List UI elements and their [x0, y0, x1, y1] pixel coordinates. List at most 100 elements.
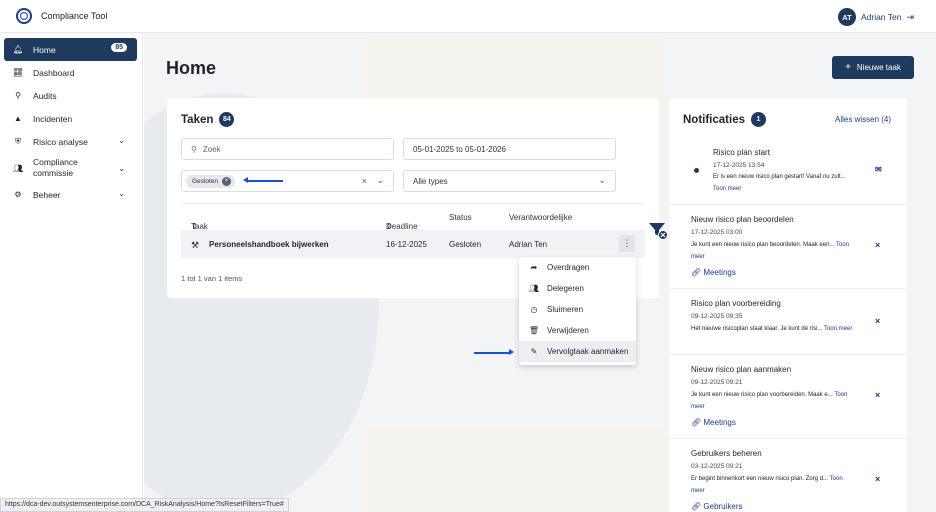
status-bar-url: https://dca-dev.outsystemsenterprise.com… [0, 498, 289, 512]
show-more-link[interactable]: Toon meer [713, 186, 741, 192]
sidebar-item-incidenten[interactable]: ▲ Incidenten [4, 107, 137, 130]
date-range-input[interactable]: 05-01-2025 to 05-01-2026 [403, 138, 616, 160]
people-icon: 👥︎ [13, 163, 24, 173]
column-header-verantwoordelijke: Verantwoordelijke [509, 213, 573, 222]
bell-icon: 🔔︎ [13, 45, 24, 54]
forward-icon: ➦ [530, 263, 538, 272]
type-select[interactable]: Alle types ⌄ [403, 170, 616, 192]
notification-item[interactable]: Gebruikers beheren 03-12-2025 09:21 Er b… [669, 438, 907, 512]
date-range-value: 05-01-2025 to 05-01-2026 [413, 144, 506, 154]
sidebar-item-label: Compliance commissie [33, 157, 78, 178]
chevron-down-icon: ⌄ [118, 189, 125, 198]
top-bar: Compliance Tool AT Adrian Ten ⇥ [0, 0, 936, 33]
status-chip[interactable]: Gesloten × [186, 174, 236, 188]
page-title: Home [166, 58, 217, 78]
menu-item-overdragen[interactable]: ➦ Overdragen [519, 257, 636, 278]
notification-item[interactable]: Risico plan start 17-12-2025 13:54 Er is… [669, 138, 907, 204]
notifications-title: Notificaties 1 [683, 112, 766, 127]
new-task-label: Nieuwe taak [856, 63, 901, 72]
annotation-arrow [243, 177, 283, 183]
sidebar-item-label: Incidenten [33, 113, 73, 124]
row-actions-menu: ➦ Overdragen 👥︎ Delegeren ◷ Sluimeren 🗑︎ Ver… [519, 257, 636, 365]
notification-badge: 85 [111, 43, 127, 52]
tasks-title-text: Taken [181, 113, 214, 126]
show-more-link[interactable]: Toon meer [824, 326, 852, 332]
tasks-count-badge: 84 [219, 112, 235, 127]
plus-icon: + [845, 62, 851, 73]
close-icon[interactable]: × [875, 390, 880, 400]
user-name[interactable]: Adrian Ten [861, 12, 901, 22]
users-link[interactable]: 🔗︎ Gebruikers [691, 502, 743, 511]
task-owner: Adrian Ten [509, 240, 548, 249]
sidebar-item-risico-analyse[interactable]: ⛨ Risico analyse ⌄ [4, 130, 137, 153]
shield-icon: ⛨ [15, 136, 21, 146]
close-icon[interactable]: × [875, 474, 880, 484]
filter-clear-icon[interactable] [648, 220, 668, 240]
chip-remove-icon[interactable]: × [222, 176, 232, 186]
hammer-icon: ⚒ [191, 240, 200, 250]
close-icon[interactable]: × [875, 240, 880, 250]
annotation-arrow [474, 349, 514, 355]
chevron-down-icon[interactable]: ⌄ [376, 175, 384, 186]
task-status: Gesloten [449, 240, 482, 249]
trash-icon: 🗑︎ [528, 326, 540, 335]
sidebar-item-dashboard[interactable]: 📈︎ Dashboard [4, 61, 137, 84]
warning-icon: ▲ [14, 114, 22, 123]
status-filter-select[interactable]: Gesloten × × ⌄ [181, 170, 394, 192]
meetings-link[interactable]: 🔗︎ Meetings [691, 268, 736, 277]
sidebar-item-compliance-commissie[interactable]: 👥︎ Compliance commissie ⌄ [4, 153, 137, 183]
sidebar-item-beheer[interactable]: ⚙ Beheer ⌄ [4, 183, 137, 206]
notification-item[interactable]: Risico plan voorbereiding 09-12-2025 09:… [669, 288, 907, 354]
logout-icon[interactable]: ⇥ [906, 12, 914, 23]
people-icon: 👥︎ [528, 284, 540, 293]
edit-icon: ✎ [530, 347, 538, 356]
avatar[interactable]: AT [837, 8, 856, 26]
search-placeholder: Zoek [202, 144, 221, 154]
notification-item[interactable]: Nieuw risico plan aanmaken 09-12-2025 09… [669, 354, 907, 438]
sidebar: 🔔︎ Home 85 📈︎ Dashboard ⚲ Audits ▲ Incidenten… [0, 33, 143, 512]
sidebar-item-label: Dashboard [33, 67, 75, 78]
sort-icon[interactable]: ⇕ [386, 222, 393, 231]
chevron-down-icon: ⌄ [118, 164, 125, 173]
sidebar-item-label: Beheer [33, 189, 61, 200]
row-actions-button[interactable]: ⋮ [619, 235, 635, 252]
clear-all-link[interactable]: Alles wissen (4) [835, 115, 891, 124]
menu-item-sluimeren[interactable]: ◷ Sluimeren [519, 299, 636, 320]
chart-icon: 📈︎ [13, 68, 24, 77]
sidebar-item-label: Audits [33, 90, 57, 101]
search-icon: ⚲ [191, 144, 197, 154]
background-decoration [366, 428, 666, 512]
notifications-count-badge: 1 [751, 112, 766, 127]
user-menu[interactable]: AT Adrian Ten ⇥ [837, 8, 914, 26]
status-chip-label: Gesloten [192, 177, 219, 185]
sidebar-item-audits[interactable]: ⚲ Audits [4, 84, 137, 107]
clear-icon[interactable]: × [362, 176, 367, 186]
main-content: Home + Nieuwe taak Taken 84 ⚲ Zoek 05-01-20… [144, 33, 936, 512]
table-row[interactable]: ⚒ Personeelshandboek bijwerken 16-12-202… [181, 231, 645, 258]
audit-icon: ⚲ [15, 91, 21, 100]
meetings-link[interactable]: 🔗︎ Meetings [691, 418, 736, 427]
mark-read-icon[interactable]: ✉ [875, 165, 882, 174]
app-title: Compliance Tool [41, 11, 108, 21]
app-logo [16, 8, 32, 24]
pagination-info: 1 tot 1 van 1 items [181, 274, 243, 283]
menu-item-verwijderen[interactable]: 🗑︎ Verwijderen [519, 320, 636, 341]
close-icon[interactable]: × [875, 316, 880, 326]
sort-icon[interactable]: ⇕ [191, 222, 198, 231]
chevron-down-icon: ⌄ [598, 175, 606, 185]
new-task-button[interactable]: + Nieuwe taak [832, 56, 914, 79]
notifications-card: Notificaties 1 Alles wissen (4) Risico pl… [669, 98, 907, 512]
clock-icon: ◷ [530, 305, 538, 314]
sidebar-item-label: Risico analyse [33, 136, 88, 147]
gear-icon: ⚙ [14, 190, 22, 199]
table-header: Taak ⇕ Deadline ⇕ Status Verantwoordelij… [181, 203, 645, 231]
chevron-down-icon: ⌄ [118, 136, 125, 145]
search-input[interactable]: ⚲ Zoek [181, 138, 394, 160]
menu-item-delegeren[interactable]: 👥︎ Delegeren [519, 278, 636, 299]
notification-item[interactable]: Nieuw risico plan beoordelen 17-12-2025 … [669, 204, 907, 288]
task-name[interactable]: Personeelshandboek bijwerken [209, 240, 329, 249]
tasks-title: Taken 84 [181, 112, 235, 127]
column-header-status: Status [449, 213, 472, 222]
menu-item-vervolgtaak-aanmaken[interactable]: ✎ Vervolgtaak aanmaken [519, 341, 636, 362]
sidebar-item-home[interactable]: 🔔︎ Home 85 [4, 38, 137, 61]
